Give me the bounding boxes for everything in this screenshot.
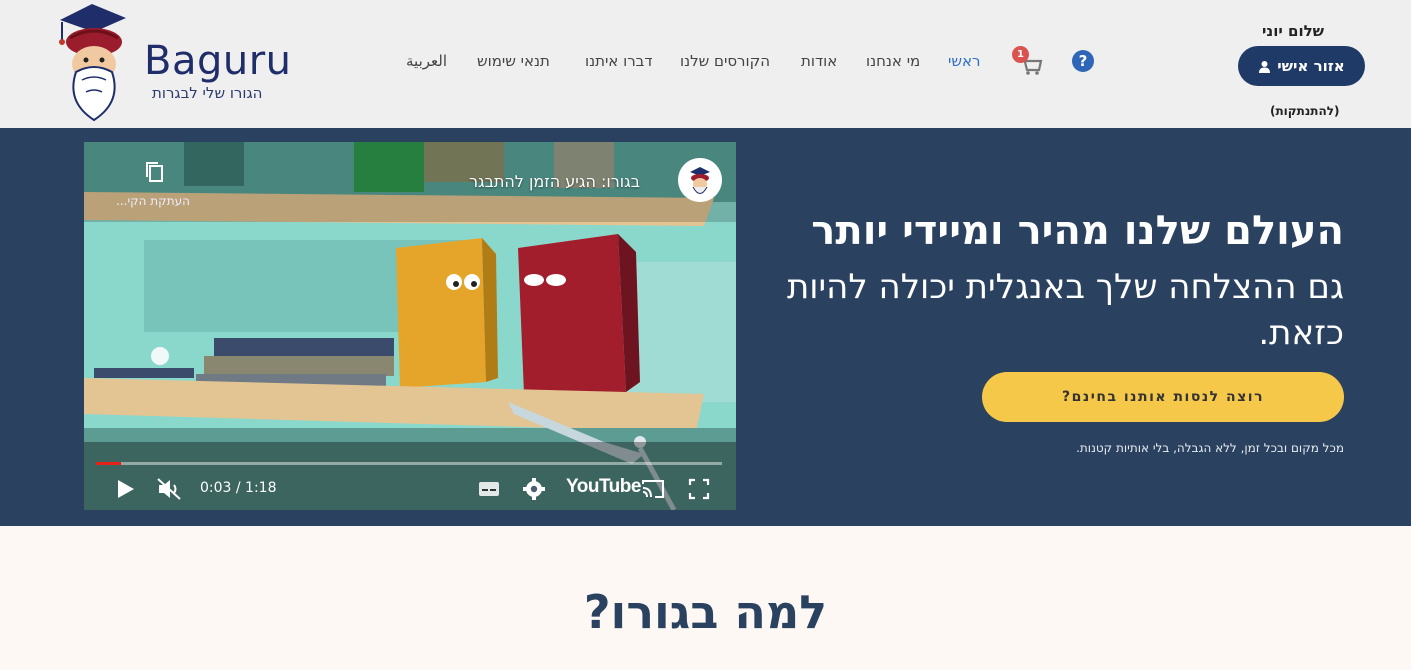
hero-section: העתקת הקי... בגורו: הגיע הזמן להתבגר 0:0… xyxy=(0,128,1411,526)
brand-name: Baguru xyxy=(144,38,292,84)
nav-item-home[interactable]: ראשי xyxy=(948,52,980,70)
brand-tagline: הגורו שלי לבגרות xyxy=(152,84,263,102)
logo[interactable]: Baguru הגורו שלי לבגרות xyxy=(52,2,292,126)
section-title: למה בגורו? xyxy=(583,585,828,639)
cart-count-badge: 1 xyxy=(1012,46,1029,63)
cast-icon[interactable] xyxy=(640,476,666,502)
personal-area-button[interactable]: אזור אישי xyxy=(1238,46,1365,86)
user-icon xyxy=(1259,60,1271,73)
site-header: Baguru הגורו שלי לבגרות ראשי מי אנחנו או… xyxy=(0,0,1411,128)
video-controls: 0:03 / 1:18 YouTube xyxy=(84,472,736,510)
guru-mascot-icon xyxy=(59,4,126,122)
free-trial-button[interactable]: רוצה לנסות אותנו בחינם? xyxy=(982,372,1344,422)
nav-item-arabic[interactable]: العربية xyxy=(406,52,447,70)
fullscreen-icon[interactable] xyxy=(686,476,712,502)
hero-subheadline: גם ההצלחה שלך באנגלית יכולה להיות כזאת. xyxy=(786,267,1344,353)
nav-item-who-we-are[interactable]: מי אנחנו xyxy=(866,52,920,70)
video-progress-fill xyxy=(96,462,122,465)
hero-headline: העולם שלנו מהיר ומיידי יותר xyxy=(811,208,1344,254)
nav-item-about[interactable]: אודות xyxy=(801,52,837,70)
video-progress-bar[interactable] xyxy=(96,462,722,465)
nav-item-courses[interactable]: הקורסים שלנו xyxy=(680,52,770,70)
play-icon[interactable] xyxy=(112,476,138,502)
settings-gear-icon[interactable] xyxy=(521,476,547,502)
channel-avatar-icon[interactable] xyxy=(678,158,722,202)
nav-item-terms[interactable]: תנאי שימוש xyxy=(477,52,550,70)
personal-area-label: אזור אישי xyxy=(1277,57,1345,75)
user-greeting: שלום יוני xyxy=(1262,22,1325,40)
cart-button[interactable]: 1 xyxy=(1012,46,1044,76)
copy-link-label: העתקת הקי... xyxy=(116,194,190,208)
nav-item-contact[interactable]: דברו איתנו xyxy=(585,52,653,70)
hero-note: מכל מקום ובכל זמן, ללא הגבלה, בלי אותיות… xyxy=(1076,441,1344,455)
video-title[interactable]: בגורו: הגיע הזמן להתבגר xyxy=(469,172,640,191)
youtube-logo[interactable]: YouTube xyxy=(566,476,641,498)
mute-icon[interactable] xyxy=(156,476,182,502)
subtitles-icon[interactable] xyxy=(476,476,502,502)
logout-link[interactable]: (להתנתקות) xyxy=(1270,104,1339,118)
help-icon[interactable]: ? xyxy=(1072,50,1094,72)
copy-link-icon[interactable] xyxy=(144,160,166,184)
video-time: 0:03 / 1:18 xyxy=(200,480,277,496)
video-player[interactable]: העתקת הקי... בגורו: הגיע הזמן להתבגר 0:0… xyxy=(84,142,736,510)
